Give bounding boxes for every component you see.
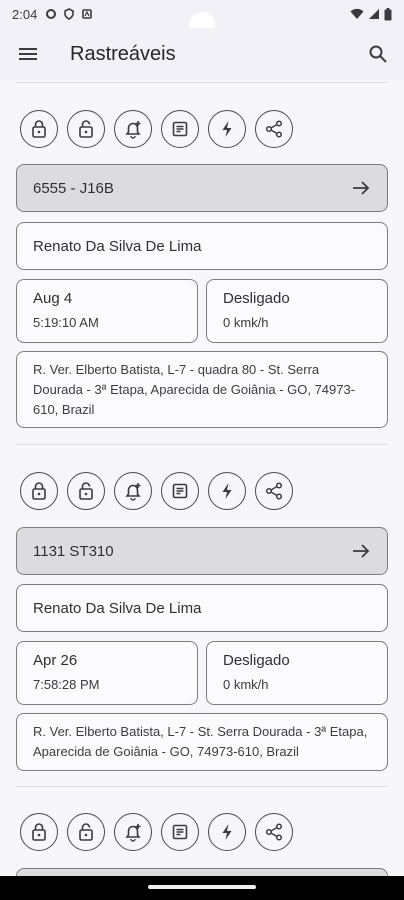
signal-icon — [369, 9, 379, 19]
driver-field: Renato Da Silva De Lima — [16, 222, 388, 270]
document-icon — [172, 121, 188, 137]
divider — [16, 82, 388, 83]
status-notification-icons — [45, 8, 93, 20]
bell-plus-icon — [125, 483, 141, 501]
power-button[interactable] — [208, 813, 246, 851]
share-button[interactable] — [255, 813, 293, 851]
ignition-status: Desligado — [223, 652, 290, 669]
search-button[interactable] — [352, 28, 404, 80]
lock-open-icon — [79, 482, 93, 500]
power-button[interactable] — [208, 110, 246, 148]
lock-button[interactable] — [20, 472, 58, 510]
last-update-date: Apr 26 — [33, 652, 78, 669]
unlock-button[interactable] — [67, 813, 105, 851]
vehicle-speed: 0 kmk/h — [223, 315, 269, 330]
hamburger-menu-icon — [19, 48, 37, 60]
lock-icon — [32, 823, 46, 841]
bell-plus-icon — [125, 121, 141, 139]
vehicle-actions-2 — [20, 472, 293, 510]
vehicle-plate-button[interactable] — [16, 868, 388, 876]
vehicle-plate: 6555 - J16B — [33, 179, 114, 197]
document-icon — [172, 824, 188, 840]
lock-open-icon — [79, 120, 93, 138]
bolt-icon — [222, 824, 232, 840]
vehicle-actions-3 — [20, 813, 293, 851]
driver-name: Renato Da Silva De Lima — [33, 237, 202, 255]
add-alert-button[interactable] — [114, 813, 152, 851]
add-alert-button[interactable] — [114, 472, 152, 510]
vehicle-actions-1 — [20, 110, 293, 148]
shield-status-icon — [64, 8, 75, 20]
driver-name: Renato Da Silva De Lima — [33, 599, 202, 617]
lock-open-icon — [79, 823, 93, 841]
divider — [16, 786, 388, 787]
last-update-box: Aug 4 5:19:10 AM — [16, 279, 198, 343]
add-alert-button[interactable] — [114, 110, 152, 148]
menu-button[interactable] — [0, 28, 56, 80]
last-update-date: Aug 4 — [33, 290, 73, 307]
last-update-time: 5:19:10 AM — [33, 315, 99, 330]
unlock-button[interactable] — [67, 110, 105, 148]
last-update-box: Apr 26 7:58:28 PM — [16, 641, 198, 705]
vehicle-speed: 0 kmk/h — [223, 677, 269, 692]
lock-button[interactable] — [20, 110, 58, 148]
last-update-time: 7:58:28 PM — [33, 677, 100, 692]
lock-icon — [32, 120, 46, 138]
app-bar: Rastreáveis — [0, 28, 404, 80]
home-gesture-handle[interactable] — [148, 885, 256, 889]
bolt-icon — [222, 483, 232, 499]
vehicle-list[interactable]: 6555 - J16B Renato Da Silva De Lima Aug … — [0, 80, 404, 876]
status-system-icons — [350, 7, 392, 21]
address-box: R. Ver. Elberto Batista, L-7 - St. Serra… — [16, 713, 388, 771]
ignition-box: Desligado 0 kmk/h — [206, 279, 388, 343]
bolt-icon — [222, 121, 232, 137]
bell-plus-icon — [125, 824, 141, 842]
vehicle-address: R. Ver. Elberto Batista, L-7 - St. Serra… — [33, 724, 368, 759]
document-icon — [172, 483, 188, 499]
divider — [16, 444, 388, 445]
share-icon — [265, 482, 283, 500]
driver-field: Renato Da Silva De Lima — [16, 584, 388, 632]
vehicle-plate: 1131 ST310 — [33, 542, 114, 560]
wifi-icon — [350, 8, 364, 19]
lock-button[interactable] — [20, 813, 58, 851]
report-button[interactable] — [161, 110, 199, 148]
status-time: 2:04 — [12, 6, 38, 22]
share-button[interactable] — [255, 110, 293, 148]
navigation-bar — [0, 876, 404, 900]
lock-icon — [32, 482, 46, 500]
app-status-icon — [82, 9, 93, 19]
ignition-status: Desligado — [223, 290, 290, 307]
vehicle-address: R. Ver. Elberto Batista, L-7 - quadra 80… — [33, 362, 356, 417]
vehicle-plate-button[interactable]: 6555 - J16B — [16, 164, 388, 212]
page-title: Rastreáveis — [70, 42, 176, 65]
arrow-right-icon — [353, 181, 370, 195]
report-button[interactable] — [161, 813, 199, 851]
power-button[interactable] — [208, 472, 246, 510]
share-icon — [265, 120, 283, 138]
search-icon — [369, 45, 387, 63]
ignition-box: Desligado 0 kmk/h — [206, 641, 388, 705]
battery-icon — [384, 7, 392, 20]
arrow-right-icon — [353, 544, 370, 558]
share-button[interactable] — [255, 472, 293, 510]
share-icon — [265, 823, 283, 841]
settings-status-icon — [46, 9, 57, 19]
vehicle-plate-button[interactable]: 1131 ST310 — [16, 527, 388, 575]
report-button[interactable] — [161, 472, 199, 510]
unlock-button[interactable] — [67, 472, 105, 510]
address-box: R. Ver. Elberto Batista, L-7 - quadra 80… — [16, 351, 388, 428]
